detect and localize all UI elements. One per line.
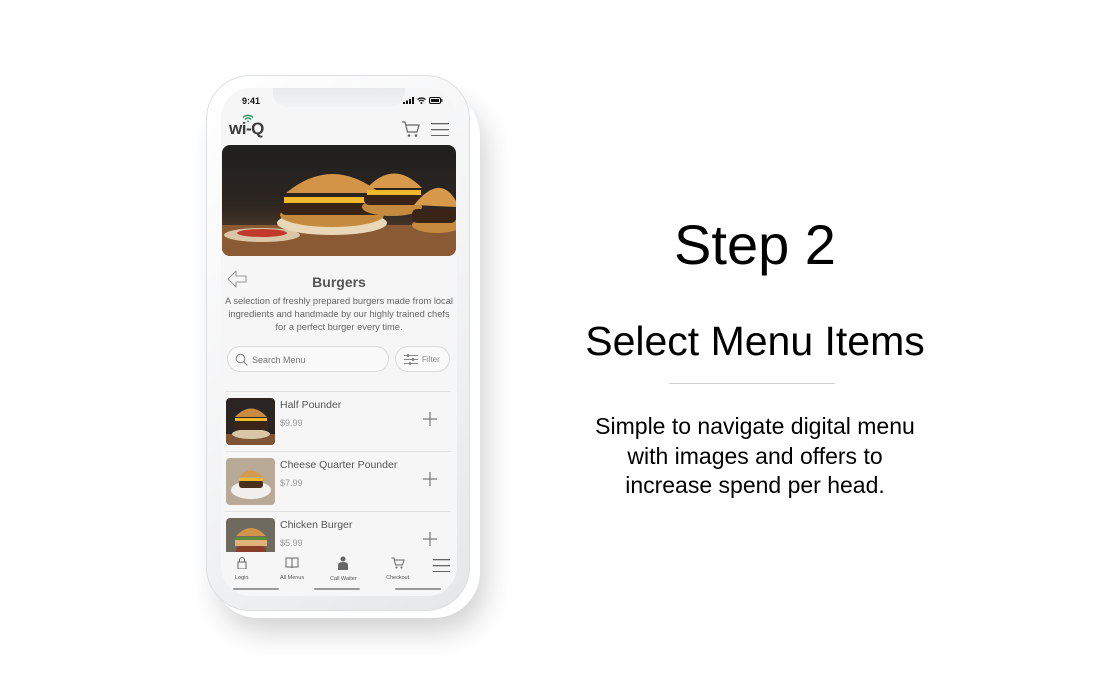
home-indicator-segment (233, 588, 279, 590)
menu-item[interactable]: Cheese Quarter Pounder $7.99 (225, 451, 451, 511)
phone-notch (273, 88, 405, 107)
menu-item-name: Cheese Quarter Pounder (280, 459, 398, 471)
nav-all-menus[interactable]: All Menus (280, 556, 304, 581)
lock-icon (237, 557, 247, 570)
description-line: Simple to navigate digital menu (595, 413, 915, 439)
filter-button[interactable]: Filter (395, 346, 450, 372)
menu-item-name: Chicken Burger (280, 519, 353, 531)
divider (669, 383, 835, 384)
hamburger-menu-icon[interactable] (433, 559, 450, 572)
home-indicator-segment (314, 588, 360, 590)
menu-item-price: $9.99 (280, 418, 303, 428)
description-line: increase spend per head. (625, 472, 885, 498)
logo-wifi-icon (242, 114, 254, 122)
add-plus-icon[interactable] (423, 412, 437, 426)
menu-item-price: $5.99 (280, 538, 303, 548)
feature-description: Simple to navigate digital menu with ima… (555, 412, 955, 501)
brand-logo[interactable]: wi-Q (229, 114, 264, 139)
book-icon (285, 557, 299, 569)
nav-call-waiter[interactable]: Call Waiter (330, 556, 357, 582)
menu-item-list: Half Pounder $9.99 Cheese Quarter Pounde… (225, 391, 451, 571)
cart-icon[interactable] (401, 120, 421, 138)
status-icons (403, 97, 443, 104)
add-plus-icon[interactable] (423, 472, 437, 486)
nav-login[interactable]: Login (235, 556, 248, 581)
menu-item-price: $7.99 (280, 478, 303, 488)
menu-item-name: Half Pounder (280, 399, 342, 411)
cart-icon (391, 557, 405, 569)
add-plus-icon[interactable] (423, 532, 437, 546)
description-line: with images and offers to (627, 442, 883, 469)
filter-label: Filter (422, 355, 440, 364)
menu-item-image (226, 458, 275, 505)
category-title: Burgers (312, 274, 366, 290)
burger-photo (222, 173, 456, 256)
nav-checkout-label: Checkout (386, 575, 410, 581)
signal-icon (403, 97, 414, 104)
nav-checkout[interactable]: Checkout (386, 556, 409, 581)
status-time: 9:41 (242, 96, 261, 106)
home-indicator-segment (395, 588, 441, 590)
search-input[interactable] (252, 352, 382, 367)
battery-icon (429, 97, 443, 104)
nav-login-label: Login (235, 575, 249, 581)
search-box[interactable] (227, 346, 389, 372)
hamburger-menu-icon[interactable] (431, 123, 449, 136)
wifi-status-icon (417, 97, 426, 104)
nav-all-menus-label: All Menus (280, 575, 305, 581)
feature-title: Select Menu Items (585, 318, 925, 364)
waiter-icon (338, 556, 349, 570)
phone-screen: 9:41 wi-Q Burgers A selection of freshly… (221, 88, 457, 596)
nav-call-waiter-label: Call Waiter (330, 576, 357, 582)
category-description: A selection of freshly prepared burgers … (225, 296, 453, 332)
step-title: Step 2 (674, 213, 836, 276)
menu-item-image (226, 398, 275, 445)
search-icon (235, 353, 248, 366)
filter-sliders-icon (404, 354, 418, 365)
menu-item[interactable]: Half Pounder $9.99 (225, 391, 451, 451)
category-hero-image (222, 145, 456, 256)
